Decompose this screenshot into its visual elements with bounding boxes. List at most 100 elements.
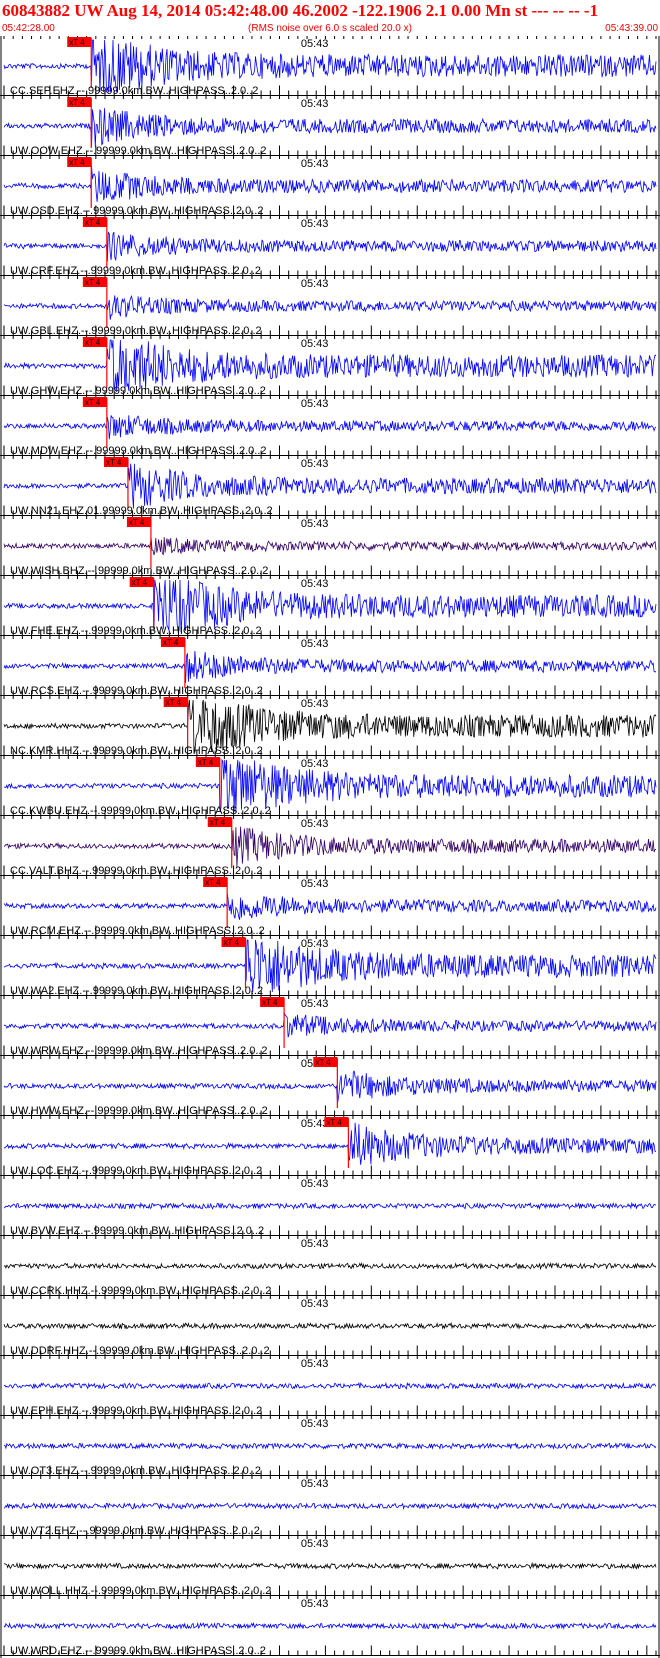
pick-label: xT 4 (205, 878, 221, 887)
minute-label: 05:43 (301, 1598, 329, 1610)
minute-label: 05:43 (301, 1238, 329, 1250)
pick-label: xT 4 (166, 698, 182, 707)
trace-6: 05:43 xT 4 UW.GHW.EHZ.--.99999.0km.BW..HIG… (0, 336, 660, 397)
trace-10: 05:43 xT 4 UW.FHE.EHZ.--.99999.0km.BW..HIG… (0, 576, 660, 637)
trace-12: 05:43 xT 4 NC.KMR.HHZ.--.99999.0km.BW..HIG… (0, 696, 660, 757)
pick-label: xT 4 (224, 938, 240, 947)
trace-15: 05:43 xT 4 UW.RCM.EHZ.--.99999.0km.BW..HIG… (0, 876, 660, 937)
minute-label: 05:43 (301, 638, 329, 650)
minute-label: 05:43 (301, 1178, 329, 1190)
waveform (3, 294, 657, 320)
minute-label: 05:43 (301, 1538, 329, 1550)
minute-label: 05:43 (301, 1118, 329, 1130)
waveform (3, 894, 657, 920)
minute-label: 05:43 (301, 698, 329, 710)
waveform (3, 1070, 657, 1104)
station-label: UW.OT3.EHZ.--.99999.0km.BW..HIGHPASS..2.… (10, 1465, 261, 1477)
pick-label: xT 4 (69, 98, 85, 107)
pick-label: xT 4 (129, 518, 145, 527)
station-label: UW.FHE.EHZ.--.99999.0km.BW..HIGHPASS..2.… (10, 625, 262, 637)
pick-label: xT 4 (85, 278, 101, 287)
minute-label: 05:43 (301, 458, 329, 470)
waveform (3, 1201, 657, 1210)
waveform (3, 537, 657, 556)
trace-13: 05:43 xT 4 CC.KWBU.EHZ.--.99999.0km.BW..HI… (0, 756, 660, 817)
station-label: UW.WRD.EHZ.--.99999.0km.BW..HIGHPASS..2.… (10, 1645, 266, 1657)
trace-7: 05:43 xT 4 UW.MDW.EHZ.--.99999.0km.BW..HIG… (0, 396, 660, 457)
minute-label: 05:43 (301, 818, 329, 830)
trace-4: 05:43 xT 4 UW.CRF.EHZ.--.99999.0km.BW..HIG… (0, 216, 660, 277)
waveform (3, 1561, 657, 1570)
trace-1: 05:43 xT 4 CC.SEP.EHZ.--.99999.0km.BW..HIG… (0, 36, 660, 97)
station-label: UW.WOLL.HHZ.--.99999.0km.BW..HIGHPASS..2… (10, 1585, 271, 1597)
waveform (3, 1261, 657, 1271)
pick-label: xT 4 (132, 578, 148, 587)
station-label: UW.VT2.EHZ.--.99999.0km.BW..HIGHPASS..2.… (10, 1525, 260, 1537)
trace-16: 05:43 xT 4 UW.WA2.EHZ.--.99999.0km.BW..HIG… (0, 936, 660, 997)
trace-11: 05:43 xT 4 UW.RCS.EHZ.--.99999.0km.BW..HIG… (0, 636, 660, 697)
trace-9: 05:43 xT 4 UW.WISH.BHZ.--.99999.0km.BW..HI… (0, 516, 660, 577)
station-label: UW.WA2.EHZ.--.99999.0km.BW..HIGHPASS..2.… (10, 985, 263, 997)
minute-label: 05:43 (301, 98, 329, 110)
pick-label: xT 4 (85, 398, 101, 407)
minute-label: 05:43 (301, 1358, 329, 1370)
waveform (3, 415, 657, 440)
pick-label: xT 4 (210, 818, 226, 827)
waveform (3, 231, 657, 262)
pick-label: xT 4 (262, 998, 278, 1007)
pick-label: xT 4 (326, 1118, 342, 1127)
scaling-note: (RMS noise over 6.0 s scaled 20.0 x) (248, 23, 412, 34)
waveform (3, 463, 657, 509)
waveform (3, 108, 657, 147)
waveform (3, 1441, 657, 1450)
minute-label: 05:43 (301, 278, 329, 290)
pick-label: xT 4 (315, 1058, 331, 1067)
waveform (3, 1013, 657, 1038)
minute-label: 05:43 (301, 38, 329, 50)
trace-3: 05:43 xT 4 UW.OSD.EHZ.--.99999.0km.BW..HIG… (0, 156, 660, 217)
station-label: UW.GHW.EHZ.--.99999.0km.BW..HIGHPASS..2.… (10, 385, 266, 397)
station-label: UW.OOW.EHZ.--.99999.0km.BW..HIGHPASS..2.… (10, 145, 267, 157)
end-time: 05:43:39.00 (605, 23, 658, 34)
trace-20: 05:43 UW.BVW.EHZ.--.99999.0km.BW..HIGHPAS… (0, 1176, 660, 1237)
waveform (3, 650, 657, 683)
minute-label: 05:43 (301, 518, 329, 530)
minute-label: 05:43 (301, 158, 329, 170)
trace-8: 05:43 xT 4 UW.NN21.EHZ.01.99999.0km.BW..HI… (0, 456, 660, 517)
trace-21: 05:43 UW.CCRK.HHZ.--.99999.0km.BW..HIGHPA… (0, 1236, 660, 1297)
pick-label: xT 4 (198, 758, 214, 767)
trace-17: 05:43 xT 4 UW.WRW.EHZ.--.99999.0km.BW..HIG… (0, 996, 660, 1057)
minute-label: 05:43 (301, 338, 329, 350)
waveform (3, 166, 657, 202)
waveform (3, 1502, 657, 1511)
trace-5: 05:43 xT 4 UW.GBL.EHZ.--.99999.0km.BW..HIG… (0, 276, 660, 337)
trace-23: 05:43 UW.EPH.EHZ.--.99999.0km.BW..HIGHPAS… (0, 1356, 660, 1417)
waveform (3, 826, 657, 868)
waveform (3, 1381, 657, 1390)
station-label: UW.EPH.EHZ.--.99999.0km.BW..HIGHPASS..2.… (10, 1405, 262, 1417)
waveform (3, 1321, 657, 1331)
minute-label: 05:43 (301, 398, 329, 410)
seismogram-plot: 05:43xT 4CC.SEP.EHZ.--.99999.0km.BW..HIG… (0, 36, 660, 1658)
waveform (3, 1122, 656, 1165)
station-label: CC.VALT.BHZ.--.99999.0km.BW..HIGHPASS..2… (10, 865, 262, 877)
station-label: UW.RCM.EHZ.--.99999.0km.BW..HIGHPASS..2.… (10, 925, 265, 937)
trace-14: 05:43 xT 4 CC.VALT.BHZ.--.99999.0km.BW..HI… (0, 816, 660, 877)
station-label: UW.WRW.EHZ.--.99999.0km.BW..HIGHPASS..2.… (10, 1045, 268, 1057)
station-label: UW.GBL.EHZ.--.99999.0km.BW..HIGHPASS..2.… (10, 325, 262, 337)
station-label: UW.WISH.BHZ.--.99999.0km.BW..HIGHPASS..2… (10, 565, 268, 577)
trace-19: 05:43xT 4 UW.LOC.EHZ.--.99999.0km.BW..HIG… (0, 1116, 660, 1177)
pick-label: xT 4 (163, 638, 179, 647)
pick-label: xT 4 (106, 458, 122, 467)
minute-label: 05:43 (301, 578, 329, 590)
station-label: UW.CCRK.HHZ.--.99999.0km.BW..HIGHPASS..2… (10, 1285, 271, 1297)
pick-label: xT 4 (69, 38, 85, 47)
trace-27: 05:43 UW.WRD.EHZ.--.99999.0km.BW..HIGHPAS… (0, 1596, 660, 1657)
pick-label: xT 4 (85, 218, 101, 227)
waveform (3, 1621, 657, 1630)
minute-label: 05:43 (301, 998, 329, 1010)
station-label: UW.HWW.EHZ.--.99999.0km.BW..HIGHPASS..2.… (10, 1105, 268, 1117)
trace-22: 05:43 UW.DDRF.HHZ.--.99999.0km.BW..HIGHPA… (0, 1296, 660, 1357)
minute-label: 05:43 (301, 758, 329, 770)
station-label: NC.KMR.HHZ.--.99999.0km.BW..HIGHPASS..2.… (10, 745, 263, 757)
